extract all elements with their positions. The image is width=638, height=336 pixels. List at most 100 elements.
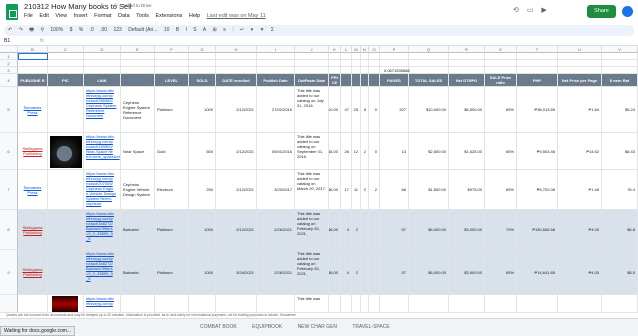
- row-header[interactable]: 5: [0, 87, 18, 133]
- table-cell[interactable]: [449, 60, 485, 67]
- table-cell[interactable]: 0: [369, 87, 380, 133]
- strikethrough-button[interactable]: S: [193, 27, 196, 33]
- column-header[interactable]: B: [18, 46, 48, 53]
- table-cell[interactable]: Gold: [155, 133, 189, 170]
- table-cell[interactable]: [341, 60, 352, 67]
- italic-button[interactable]: I: [185, 27, 186, 33]
- table-cell[interactable]: $6,000.00: [409, 250, 449, 295]
- table-cell[interactable]: $8.5: [602, 250, 638, 295]
- menu-tools[interactable]: Tools: [136, 13, 149, 19]
- table-cell[interactable]: $6,500.00: [449, 87, 485, 133]
- table-cell[interactable]: [48, 60, 84, 67]
- table-cell[interactable]: 09/01/2016: [257, 133, 295, 170]
- table-cell[interactable]: ₱38,013.85: [517, 87, 558, 133]
- table-cell[interactable]: Barbaric!: [121, 210, 155, 250]
- last-edit-link[interactable]: Last edit was on May 11: [207, 13, 266, 19]
- table-cell[interactable]: [48, 87, 84, 133]
- table-cell[interactable]: [48, 67, 84, 74]
- table-cell[interactable]: 65%: [485, 133, 517, 170]
- table-cell[interactable]: $3,900.00: [449, 210, 485, 250]
- column-header[interactable]: S: [485, 46, 517, 53]
- percent-button[interactable]: %: [79, 27, 83, 33]
- table-cell[interactable]: [48, 53, 84, 60]
- table-cell[interactable]: Stellagama Publishing: [18, 250, 48, 295]
- table-cell[interactable]: [121, 67, 155, 74]
- redo-icon[interactable]: ↷: [19, 27, 23, 33]
- column-header[interactable]: C: [48, 46, 84, 53]
- table-cell[interactable]: Platinum: [155, 250, 189, 295]
- table-cell[interactable]: [257, 53, 295, 60]
- table-cell[interactable]: [155, 295, 189, 313]
- table-cell[interactable]: ₱1.84: [558, 87, 602, 133]
- table-cell[interactable]: This title was added to our catalog on S…: [295, 133, 329, 170]
- table-cell[interactable]: [369, 67, 380, 74]
- sum-icon[interactable]: Σ: [271, 27, 274, 33]
- cell-b3-value[interactable]: 0.0671535688: [380, 67, 449, 74]
- table-cell[interactable]: [329, 53, 341, 60]
- table-cell[interactable]: [341, 295, 352, 313]
- table-cell[interactable]: [369, 60, 380, 67]
- column-header[interactable]: D: [84, 46, 121, 53]
- table-cell[interactable]: [361, 67, 369, 74]
- table-cell[interactable]: [602, 295, 638, 313]
- table-cell[interactable]: [216, 295, 257, 313]
- borders-icon[interactable]: ⊞: [212, 27, 216, 33]
- table-cell[interactable]: [189, 67, 216, 74]
- table-cell[interactable]: [18, 295, 48, 313]
- table-cell[interactable]: [189, 53, 216, 60]
- table-cell[interactable]: 1000: [189, 250, 216, 295]
- table-cell[interactable]: $10,000.00: [409, 87, 449, 133]
- table-cell[interactable]: $6.43: [602, 133, 638, 170]
- table-cell[interactable]: [558, 53, 602, 60]
- table-cell[interactable]: [18, 53, 48, 60]
- font-select[interactable]: Default (Ari...: [128, 27, 157, 33]
- table-cell[interactable]: [48, 210, 84, 250]
- table-cell[interactable]: $6.00: [329, 250, 341, 295]
- table-cell[interactable]: [380, 53, 409, 60]
- table-cell[interactable]: ₱4.00: [558, 210, 602, 250]
- table-cell[interactable]: ₱14,641.85: [517, 250, 558, 295]
- table-cell[interactable]: 1000: [189, 210, 216, 250]
- table-cell[interactable]: Stellagama Publishing: [18, 133, 48, 170]
- table-cell[interactable]: [369, 210, 380, 250]
- table-cell[interactable]: Barbaric!: [121, 250, 155, 295]
- table-cell[interactable]: $1,500.00: [409, 170, 449, 210]
- table-cell[interactable]: [155, 67, 189, 74]
- table-cell[interactable]: 4: [341, 210, 352, 250]
- table-cell[interactable]: [602, 67, 638, 74]
- column-header[interactable]: R: [449, 46, 485, 53]
- table-cell[interactable]: ₱1.46: [558, 170, 602, 210]
- table-cell[interactable]: [48, 250, 84, 295]
- table-cell[interactable]: https://www.driv ethrurpg.com/p: [84, 295, 121, 313]
- column-header[interactable]: J: [295, 46, 329, 53]
- table-cell[interactable]: 3/24/2021: [216, 250, 257, 295]
- table-cell[interactable]: 2: [361, 133, 369, 170]
- table-cell[interactable]: [558, 295, 602, 313]
- table-cell[interactable]: 1000: [189, 87, 216, 133]
- table-cell[interactable]: 27/02/2016: [257, 87, 295, 133]
- corner-cell[interactable]: [0, 46, 18, 53]
- table-cell[interactable]: [380, 295, 409, 313]
- table-cell[interactable]: [369, 53, 380, 60]
- table-cell[interactable]: [48, 170, 84, 210]
- table-cell[interactable]: [189, 60, 216, 67]
- column-header[interactable]: I: [257, 46, 295, 53]
- table-cell[interactable]: 57: [380, 210, 409, 250]
- star-icon[interactable]: ☆: [113, 2, 118, 9]
- row-header[interactable]: 3: [0, 67, 18, 74]
- table-cell[interactable]: [361, 60, 369, 67]
- table-cell[interactable]: [369, 250, 380, 295]
- table-cell[interactable]: Samanlas Press: [18, 170, 48, 210]
- table-cell[interactable]: 57: [380, 250, 409, 295]
- menu-view[interactable]: View: [55, 13, 67, 19]
- table-cell[interactable]: 2/26/2021: [257, 210, 295, 250]
- table-cell[interactable]: [517, 67, 558, 74]
- paint-format-icon[interactable]: ⚲: [40, 27, 44, 33]
- table-cell[interactable]: This title was added to our catalog on M…: [295, 170, 329, 210]
- row-header[interactable]: 4: [0, 74, 18, 87]
- column-header[interactable]: F: [155, 46, 189, 53]
- table-cell[interactable]: [485, 60, 517, 67]
- table-cell[interactable]: [449, 53, 485, 60]
- table-cell[interactable]: $6,000.00: [409, 210, 449, 250]
- table-cell[interactable]: $975.00: [449, 170, 485, 210]
